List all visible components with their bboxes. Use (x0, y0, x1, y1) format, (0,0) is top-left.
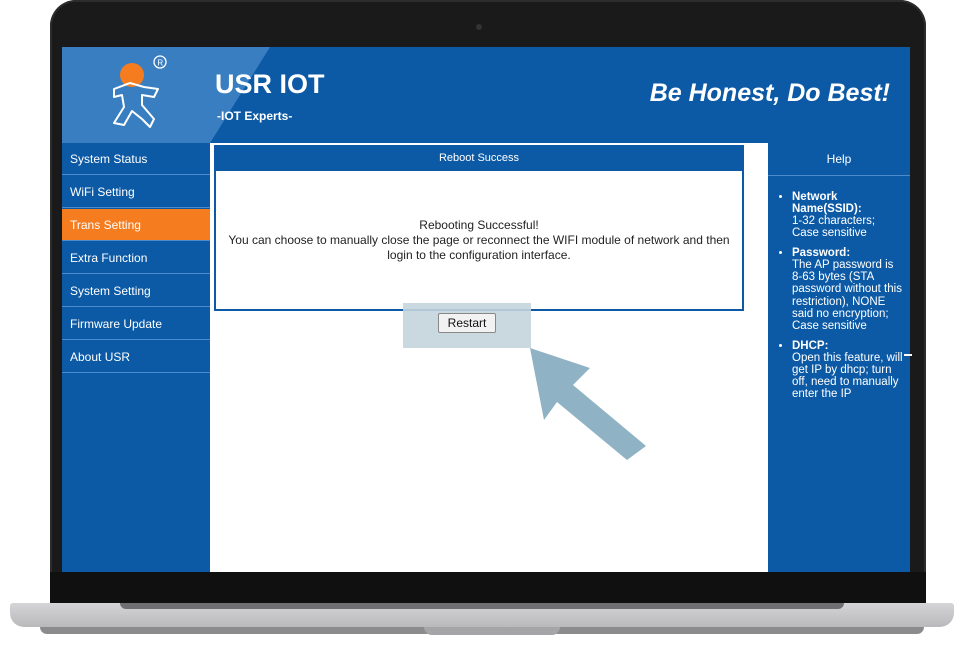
sidebar: System Status WiFi Setting Trans Setting… (62, 143, 210, 572)
sidebar-item-wifi-setting[interactable]: WiFi Setting (62, 176, 210, 208)
sidebar-item-system-setting[interactable]: System Setting (62, 275, 210, 307)
help-item-password: Password: The AP password is 8-63 bytes … (792, 247, 904, 331)
help-term: DHCP: (792, 339, 829, 352)
help-desc: The AP password is 8-63 bytes (STA passw… (792, 259, 902, 332)
brand-subtitle: -IOT Experts- (217, 109, 293, 123)
brand-title: USR IOT (215, 69, 325, 99)
person-logo-icon: R (113, 55, 167, 128)
panel-title: Reboot Success (214, 145, 744, 171)
screen: R USR IOT -IOT Experts- Be Honest, Do Be… (62, 47, 910, 572)
sidebar-item-firmware-update[interactable]: Firmware Update (62, 308, 210, 340)
pointer-arrow-icon (530, 348, 646, 460)
help-title: Help (768, 143, 910, 176)
page-header: R USR IOT -IOT Experts- Be Honest, Do Be… (62, 47, 910, 143)
help-item-ssid: Network Name(SSID): 1-32 characters; Cas… (792, 191, 904, 239)
reboot-instruction-text-2: login to the configuration interface. (387, 248, 571, 262)
help-term: Password: (792, 247, 851, 260)
reboot-message-panel: Rebooting Successful! You can choose to … (214, 171, 744, 311)
sidebar-item-system-status[interactable]: System Status (62, 143, 210, 175)
registered-mark-icon: R (157, 58, 163, 67)
help-term: Network Name(SSID): (792, 191, 862, 216)
keyboard-edge (120, 603, 844, 609)
reboot-status-text: Rebooting Successful! (419, 218, 539, 232)
help-desc: Open this feature, will get IP by dhcp; … (792, 351, 903, 400)
help-list: Network Name(SSID): 1-32 characters; Cas… (768, 191, 910, 408)
laptop-notch (424, 627, 560, 635)
help-desc: 1-32 characters; Case sensitive (792, 215, 876, 240)
camera-icon (476, 24, 482, 30)
help-panel: Help Network Name(SSID): 1-32 characters… (768, 143, 910, 572)
help-item-dhcp: DHCP: Open this feature, will get IP by … (792, 340, 904, 400)
logo-area: R (62, 47, 210, 143)
main-content: Reboot Success Rebooting Successful! You… (210, 143, 768, 572)
sidebar-item-trans-setting[interactable]: Trans Setting (62, 209, 210, 241)
restart-button[interactable]: Restart (438, 313, 496, 333)
reboot-instruction-text: You can choose to manually close the pag… (228, 233, 730, 247)
scroll-indicator (904, 354, 912, 356)
sidebar-item-about-usr[interactable]: About USR (62, 341, 210, 373)
sidebar-item-extra-function[interactable]: Extra Function (62, 242, 210, 274)
slogan: Be Honest, Do Best! (649, 79, 890, 107)
